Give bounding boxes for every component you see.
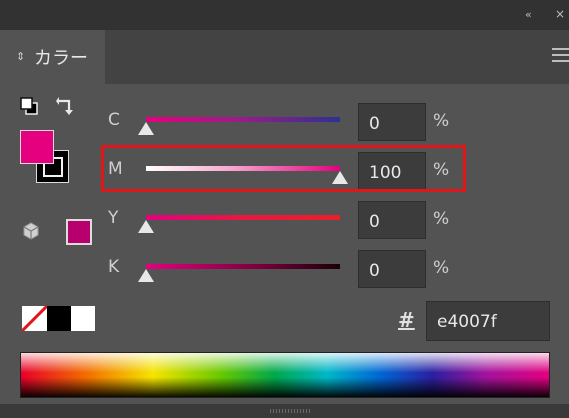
fill-color-box[interactable] — [20, 130, 54, 164]
magenta-row-highlight — [101, 145, 466, 192]
close-panel-icon[interactable]: × — [555, 7, 565, 21]
fill-stroke-widget[interactable] — [20, 130, 69, 188]
slider-y-thumb[interactable] — [138, 220, 154, 233]
collapse-panel-icon[interactable]: « — [525, 8, 532, 21]
slider-k-thumb[interactable] — [138, 269, 154, 282]
gamut-correction-swatch[interactable] — [66, 219, 92, 245]
slider-k-track[interactable] — [146, 264, 340, 269]
slider-y-unit: % — [433, 209, 450, 229]
slider-c-thumb[interactable] — [138, 122, 154, 135]
none-slash-icon — [22, 306, 47, 331]
slider-k-unit: % — [433, 258, 450, 278]
hex-value-input[interactable]: e4007f — [426, 301, 550, 341]
resize-grip-icon[interactable] — [270, 409, 310, 413]
tab-color-label: カラー — [34, 48, 88, 69]
slider-y-track[interactable] — [146, 215, 340, 220]
slider-c-unit: % — [433, 111, 450, 131]
white-color-swatch[interactable] — [71, 306, 95, 331]
none-color-swatch[interactable] — [22, 306, 47, 331]
tab-expand-arrows-icon: ⇕ — [16, 50, 26, 63]
default-fill-stroke-icon[interactable] — [20, 97, 38, 115]
tab-color[interactable]: ⇕ カラー — [0, 30, 105, 84]
black-color-swatch[interactable] — [47, 306, 71, 331]
slider-c-value-input[interactable]: 0 — [358, 103, 426, 141]
panel-title-bar: « × — [0, 0, 569, 30]
slider-y-value-input[interactable]: 0 — [358, 201, 426, 239]
swap-fill-stroke-icon[interactable] — [56, 96, 74, 116]
slider-k-label: K — [108, 257, 120, 277]
out-of-gamut-cube-icon[interactable] — [22, 222, 40, 240]
hamburger-menu-icon[interactable] — [552, 48, 569, 62]
slider-y-label: Y — [108, 208, 119, 228]
slider-c-track[interactable] — [146, 117, 340, 122]
slider-k-value-input[interactable]: 0 — [358, 250, 426, 288]
hex-symbol-label: # — [398, 308, 415, 332]
color-spectrum-bar[interactable] — [20, 352, 550, 398]
slider-c-label: C — [108, 110, 120, 130]
